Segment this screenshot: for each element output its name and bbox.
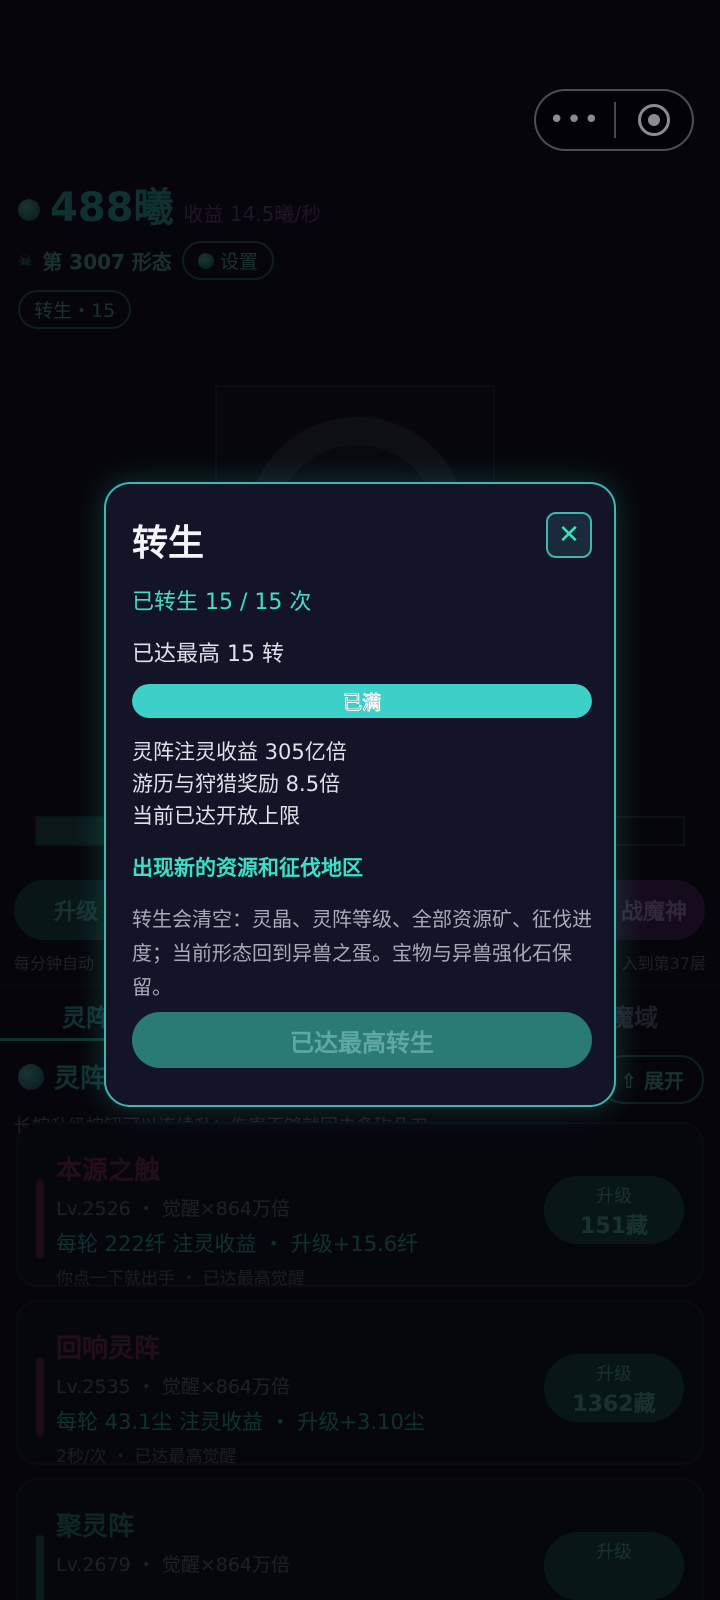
max-rebirth-text: 已达最高 15 转: [132, 642, 284, 667]
rebirth-modal: 转生 ✕ 已转生 15 / 15 次 已达最高 15 转 已满 灵阵注灵收益 3…: [104, 482, 616, 1107]
benefit-item: 游历与狩猎奖励 8.5倍: [132, 772, 341, 796]
progress-label: 已满: [342, 691, 381, 714]
warning-text: 转生会清空：灵晶、灵阵等级、全部资源矿、征伐进度；当前形态回到异兽之蛋。宝物与异…: [132, 907, 592, 999]
rebirth-count: 已转生 15 / 15 次: [132, 590, 312, 615]
benefit-item: 当前已达开放上限: [132, 804, 300, 828]
close-icon: ✕: [558, 520, 580, 550]
benefits-list: 灵阵注灵收益 305亿倍 游历与狩猎奖励 8.5倍 当前已达开放上限: [132, 736, 347, 832]
max-rebirth-button[interactable]: 已达最高转生: [132, 1012, 592, 1068]
close-button[interactable]: ✕: [546, 512, 592, 558]
new-area-text: 出现新的资源和征伐地区: [132, 856, 363, 880]
rebirth-progress: 已满: [132, 684, 592, 718]
modal-title: 转生: [132, 523, 205, 564]
benefit-item: 灵阵注灵收益 305亿倍: [132, 740, 347, 764]
